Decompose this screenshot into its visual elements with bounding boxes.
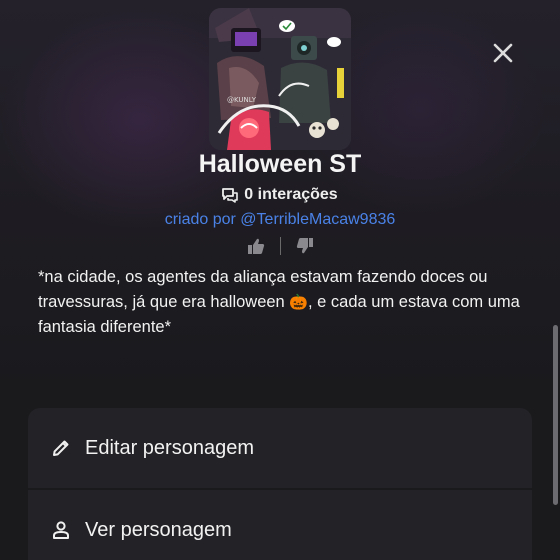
edit-character-button[interactable]: Editar personagem <box>28 408 532 488</box>
svg-text:@KUNLY: @KUNLY <box>227 96 257 104</box>
thumbs-down-icon <box>296 238 313 254</box>
vote-divider <box>279 237 281 255</box>
view-character-label: Ver personagem <box>85 518 232 541</box>
close-button[interactable] <box>488 38 518 68</box>
interactions-text: 0 interações <box>244 186 338 203</box>
close-icon <box>493 43 513 63</box>
like-button[interactable] <box>246 236 266 256</box>
pencil-icon <box>50 437 72 459</box>
character-avatar: @KUNLY <box>209 8 351 150</box>
view-character-button[interactable]: Ver personagem <box>28 490 532 560</box>
chat-bubbles-icon <box>222 188 239 203</box>
person-icon <box>50 519 72 541</box>
thumbs-up-icon <box>247 238 264 254</box>
edit-character-label: Editar personagem <box>85 436 254 459</box>
pumpkin-emoji: 🎃 <box>289 293 308 311</box>
dislike-button[interactable] <box>295 236 315 256</box>
creator-link[interactable]: criado por @TerribleMacaw9836 <box>0 211 560 229</box>
character-description: *na cidade, os agentes da aliança estava… <box>38 265 528 340</box>
interactions-count: 0 interações <box>0 186 560 204</box>
character-title: Halloween ST <box>198 150 362 178</box>
scrollbar[interactable] <box>553 325 558 505</box>
vote-bar <box>0 236 560 256</box>
